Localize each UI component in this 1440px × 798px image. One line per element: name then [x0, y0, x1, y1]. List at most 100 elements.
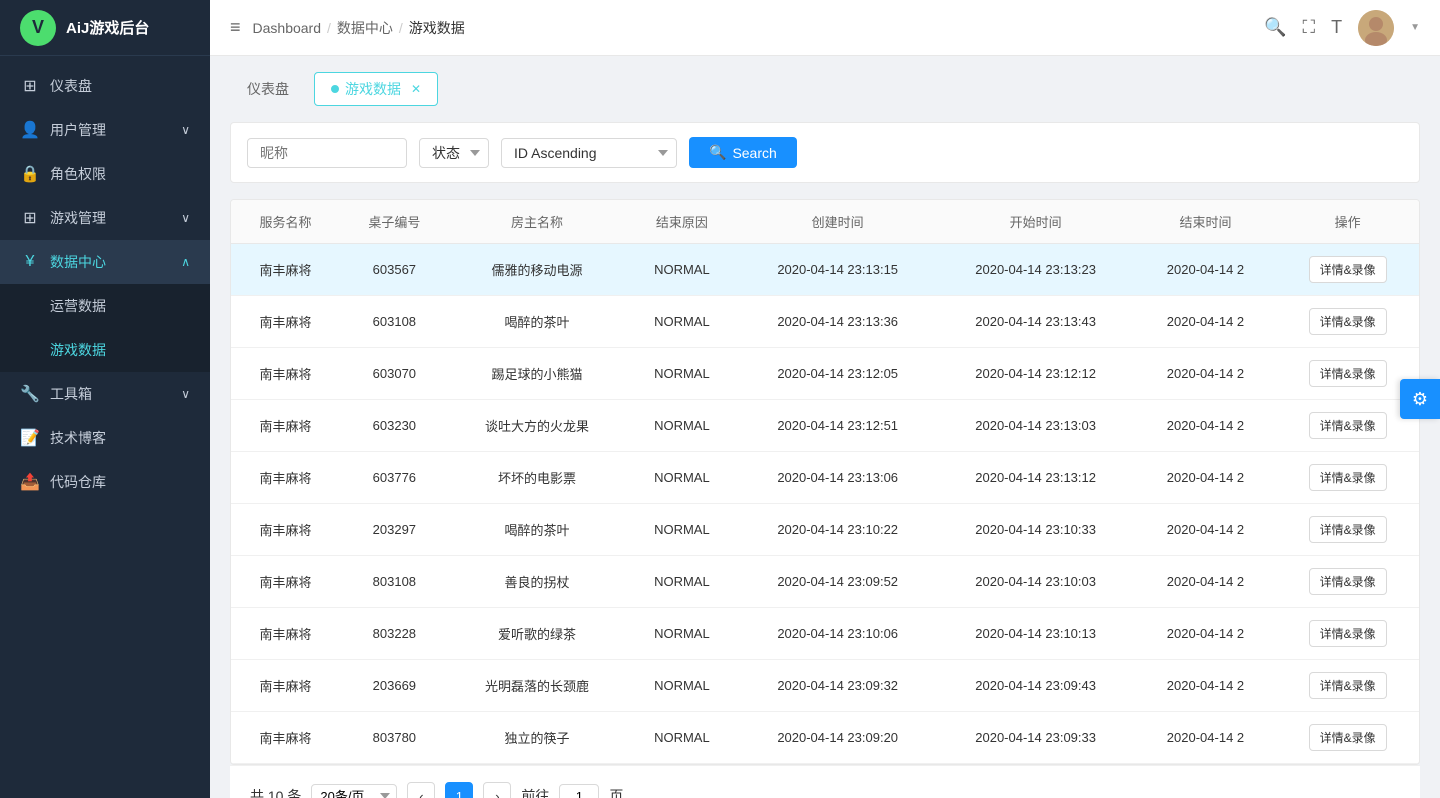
cell-action: 详情&录像 — [1276, 608, 1419, 660]
sidebar-item-user-mgmt[interactable]: 👤 用户管理 ∨ — [0, 108, 210, 152]
cell-end: 2020-04-14 2 — [1135, 556, 1277, 608]
cell-end-reason: NORMAL — [625, 452, 739, 504]
sidebar-item-toolbox[interactable]: 🔧 工具箱 ∨ — [0, 372, 210, 416]
action-button[interactable]: 详情&录像 — [1309, 620, 1387, 647]
tab-dashboard[interactable]: 仪表盘 — [230, 72, 306, 106]
cell-service: 南丰麻将 — [231, 244, 340, 296]
sidebar-item-code-repo[interactable]: 📤 代码仓库 — [0, 460, 210, 504]
cell-end: 2020-04-14 2 — [1135, 504, 1277, 556]
cell-owner: 踢足球的小熊猫 — [449, 348, 625, 400]
sidebar-item-game-data[interactable]: 游戏数据 — [0, 328, 210, 372]
table-row: 南丰麻将 803108 善良的拐杖 NORMAL 2020-04-14 23:0… — [231, 556, 1419, 608]
gear-float-button[interactable]: ⚙ — [1400, 379, 1440, 419]
action-button[interactable]: 详情&录像 — [1309, 672, 1387, 699]
breadcrumb-data-center[interactable]: 数据中心 — [337, 18, 393, 38]
col-start: 开始时间 — [937, 200, 1135, 244]
cell-start: 2020-04-14 23:10:13 — [937, 608, 1135, 660]
avatar[interactable] — [1358, 10, 1394, 46]
cell-service: 南丰麻将 — [231, 400, 340, 452]
chevron-down-icon: ∨ — [181, 123, 190, 137]
cell-end: 2020-04-14 2 — [1135, 400, 1277, 452]
sidebar-item-data-center[interactable]: ¥ 数据中心 ∧ — [0, 240, 210, 284]
breadcrumb-dashboard[interactable]: Dashboard — [253, 20, 322, 36]
cell-start: 2020-04-14 23:10:33 — [937, 504, 1135, 556]
cell-owner: 谈吐大方的火龙果 — [449, 400, 625, 452]
cell-action: 详情&录像 — [1276, 400, 1419, 452]
sidebar-menu: ⊞ 仪表盘 👤 用户管理 ∨ 🔒 角色权限 ⊞ 游戏管理 ∨ ¥ 数据中心 ∧ … — [0, 56, 210, 798]
sidebar-item-label: 技术博客 — [50, 428, 106, 448]
cell-start: 2020-04-14 23:09:33 — [937, 712, 1135, 764]
cell-created: 2020-04-14 23:09:32 — [739, 660, 937, 712]
page-1-button[interactable]: 1 — [445, 782, 473, 798]
chevron-down-icon: ∨ — [181, 387, 190, 401]
avatar-arrow[interactable]: ▼ — [1410, 22, 1420, 33]
col-action: 操作 — [1276, 200, 1419, 244]
tab-game-data[interactable]: 游戏数据 ✕ — [314, 72, 438, 106]
col-end: 结束时间 — [1135, 200, 1277, 244]
sidebar-item-label: 角色权限 — [50, 164, 106, 184]
menu-icon[interactable]: ≡ — [230, 17, 241, 38]
cell-owner: 喝醉的茶叶 — [449, 296, 625, 348]
col-created: 创建时间 — [739, 200, 937, 244]
cell-action: 详情&录像 — [1276, 348, 1419, 400]
game-icon: ⊞ — [20, 208, 40, 228]
pagination-row: 共 10 条 10条/页 20条/页 50条/页 100条/页 ‹ 1 › 前往… — [230, 765, 1420, 798]
cell-start: 2020-04-14 23:13:23 — [937, 244, 1135, 296]
sidebar-submenu-data-center: 运营数据 游戏数据 — [0, 284, 210, 372]
action-button[interactable]: 详情&录像 — [1309, 256, 1387, 283]
blog-icon: 📝 — [20, 428, 40, 448]
table-row: 南丰麻将 203297 喝醉的茶叶 NORMAL 2020-04-14 23:1… — [231, 504, 1419, 556]
goto-label: 前往 — [521, 786, 549, 798]
cell-action: 详情&录像 — [1276, 452, 1419, 504]
tab-close-icon[interactable]: ✕ — [411, 82, 421, 96]
font-icon[interactable]: T — [1331, 17, 1342, 38]
cell-action: 详情&录像 — [1276, 504, 1419, 556]
cell-table-no: 603230 — [340, 400, 449, 452]
sidebar-item-ops-data[interactable]: 运营数据 — [0, 284, 210, 328]
logo-icon: V — [20, 10, 56, 46]
action-button[interactable]: 详情&录像 — [1309, 568, 1387, 595]
cell-created: 2020-04-14 23:12:51 — [739, 400, 937, 452]
cell-end-reason: NORMAL — [625, 244, 739, 296]
search-button[interactable]: 🔍 Search — [689, 137, 797, 168]
sidebar-item-tech-blog[interactable]: 📝 技术博客 — [0, 416, 210, 460]
col-table-no: 桌子编号 — [340, 200, 449, 244]
page-size-select[interactable]: 10条/页 20条/页 50条/页 100条/页 — [311, 784, 397, 798]
cell-service: 南丰麻将 — [231, 608, 340, 660]
nickname-input[interactable] — [247, 138, 407, 168]
cell-table-no: 803780 — [340, 712, 449, 764]
chevron-down-icon: ∨ — [181, 211, 190, 225]
cell-table-no: 603567 — [340, 244, 449, 296]
cell-end-reason: NORMAL — [625, 296, 739, 348]
fullscreen-icon[interactable]: ⛶ — [1302, 17, 1315, 38]
prev-page-button[interactable]: ‹ — [407, 782, 435, 798]
action-button[interactable]: 详情&录像 — [1309, 516, 1387, 543]
cell-action: 详情&录像 — [1276, 556, 1419, 608]
action-button[interactable]: 详情&录像 — [1309, 464, 1387, 491]
page-input[interactable] — [559, 784, 599, 798]
table-row: 南丰麻将 803228 爱听歌的绿茶 NORMAL 2020-04-14 23:… — [231, 608, 1419, 660]
cell-end-reason: NORMAL — [625, 608, 739, 660]
sidebar-item-game-mgmt[interactable]: ⊞ 游戏管理 ∨ — [0, 196, 210, 240]
sidebar-item-label: 工具箱 — [50, 384, 92, 404]
action-button[interactable]: 详情&录像 — [1309, 360, 1387, 387]
sidebar-item-role-perm[interactable]: 🔒 角色权限 — [0, 152, 210, 196]
sort-select[interactable]: ID Ascending ID Descending 创建时间 Ascendin… — [501, 138, 677, 168]
table-row: 南丰麻将 603230 谈吐大方的火龙果 NORMAL 2020-04-14 2… — [231, 400, 1419, 452]
action-button[interactable]: 详情&录像 — [1309, 308, 1387, 335]
cell-created: 2020-04-14 23:13:15 — [739, 244, 937, 296]
cell-end-reason: NORMAL — [625, 504, 739, 556]
table-row: 南丰麻将 603567 儒雅的移动电源 NORMAL 2020-04-14 23… — [231, 244, 1419, 296]
action-button[interactable]: 详情&录像 — [1309, 412, 1387, 439]
chevron-up-icon: ∧ — [181, 255, 190, 269]
next-page-button[interactable]: › — [483, 782, 511, 798]
sidebar: V AiJ游戏后台 ⊞ 仪表盘 👤 用户管理 ∨ 🔒 角色权限 ⊞ 游戏管理 ∨… — [0, 0, 210, 798]
status-select[interactable]: 状态 全部 正常 异常 — [419, 138, 489, 168]
sidebar-item-dashboard[interactable]: ⊞ 仪表盘 — [0, 64, 210, 108]
search-icon[interactable]: 🔍 — [1264, 17, 1286, 38]
breadcrumb-game-data[interactable]: 游戏数据 — [409, 18, 465, 38]
cell-action: 详情&录像 — [1276, 244, 1419, 296]
table-row: 南丰麻将 203669 光明磊落的长颈鹿 NORMAL 2020-04-14 2… — [231, 660, 1419, 712]
action-button[interactable]: 详情&录像 — [1309, 724, 1387, 751]
cell-start: 2020-04-14 23:09:43 — [937, 660, 1135, 712]
